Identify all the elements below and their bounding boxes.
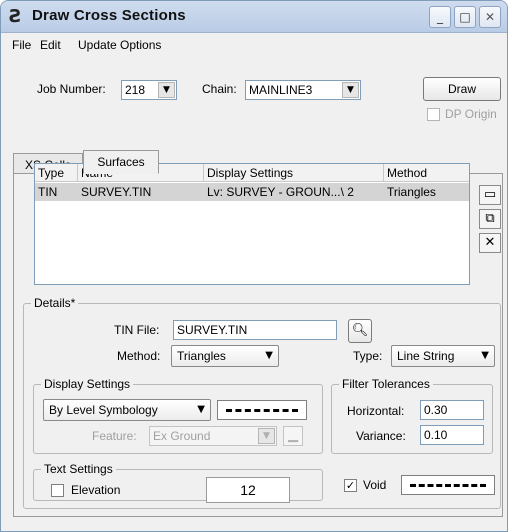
void-line-style-preview[interactable]	[401, 475, 495, 495]
method-label: Method:	[117, 349, 161, 363]
add-icon: ▭	[483, 187, 497, 202]
delete-button[interactable]: ✕	[479, 233, 501, 253]
cell-method: Triangles	[387, 185, 436, 199]
browse-tin-button[interactable]: 🔍︎	[348, 319, 372, 343]
line-style-preview[interactable]	[217, 400, 307, 420]
cell-type: TIN	[38, 185, 58, 199]
type-dropdown[interactable]: Line String ▼	[391, 345, 495, 367]
dp-origin-label: DP Origin	[445, 107, 497, 121]
type-value: Line String	[397, 349, 455, 363]
elevation-checkbox[interactable]	[51, 484, 64, 497]
menu-update-options[interactable]: Update Options	[78, 38, 161, 52]
feature-select[interactable]: Ex Ground ▼	[149, 426, 277, 446]
surfaces-list[interactable]: Type Name Display Settings Method TIN SU…	[34, 163, 470, 285]
copy-icon: ⧉	[485, 211, 495, 226]
column-header-type[interactable]: Type	[35, 164, 78, 182]
dp-origin-checkbox[interactable]	[427, 108, 440, 121]
variance-input[interactable]: 0.10	[420, 425, 484, 445]
chevron-down-icon: ▼	[197, 404, 205, 415]
tin-file-label: TIN File:	[114, 323, 160, 337]
table-row[interactable]: TIN SURVEY.TIN Lv: SURVEY - GROUN...\ 2 …	[35, 183, 469, 201]
symbology-dropdown[interactable]: By Level Symbology ▼	[43, 399, 211, 421]
chevron-down-icon: ▼	[158, 82, 175, 98]
close-button[interactable]: ✕	[479, 6, 501, 28]
job-number-select[interactable]: 218 ▼	[121, 80, 177, 100]
text-style-preview[interactable]: 12	[206, 477, 290, 503]
feature-label: Feature:	[92, 429, 137, 443]
text-settings-legend: Text Settings	[41, 462, 116, 476]
void-label: Void	[363, 478, 387, 492]
column-header-method[interactable]: Method	[384, 164, 469, 182]
symbology-value: By Level Symbology	[49, 403, 158, 417]
tin-file-input[interactable]: SURVEY.TIN	[173, 320, 337, 340]
draw-cross-sections-window: Ƨ Draw Cross Sections _ □ ✕ File Edit Up…	[0, 0, 508, 532]
delete-icon: ✕	[484, 235, 496, 250]
chevron-down-icon: ▼	[258, 428, 275, 444]
column-header-display-settings[interactable]: Display Settings	[204, 164, 384, 182]
add-button[interactable]: ▭	[479, 185, 501, 205]
chain-label: Chain:	[202, 82, 237, 96]
elevation-label: Elevation	[71, 483, 121, 497]
chevron-down-icon: ▼	[481, 350, 489, 361]
menu-edit[interactable]: Edit	[40, 38, 61, 52]
draw-button[interactable]: Draw	[423, 77, 501, 101]
method-value: Triangles	[177, 349, 226, 363]
title-bar[interactable]: Ƨ Draw Cross Sections _ □ ✕	[1, 1, 507, 33]
display-settings-legend: Display Settings	[41, 377, 134, 391]
tab-surfaces[interactable]: Surfaces	[83, 150, 159, 174]
cell-name: SURVEY.TIN	[81, 185, 152, 199]
job-number-value: 218	[125, 83, 146, 97]
app-logo-icon: Ƨ	[9, 6, 22, 27]
cell-display-settings: Lv: SURVEY - GROUN...\ 2	[207, 185, 354, 199]
horizontal-input[interactable]: 0.30	[420, 400, 484, 420]
chevron-down-icon: ▼	[265, 350, 273, 361]
search-icon: 🔍︎	[351, 323, 369, 338]
filter-tolerances-legend: Filter Tolerances	[339, 377, 433, 391]
feature-edit-icon: ▁	[288, 428, 298, 443]
minimize-button[interactable]: _	[429, 6, 451, 28]
details-legend: Details*	[31, 296, 79, 310]
maximize-button[interactable]: □	[454, 6, 476, 28]
horizontal-label: Horizontal:	[347, 404, 405, 418]
variance-label: Variance:	[356, 429, 406, 443]
chevron-down-icon: ▼	[342, 82, 359, 98]
feature-edit-button[interactable]: ▁	[283, 426, 303, 446]
method-dropdown[interactable]: Triangles ▼	[171, 345, 279, 367]
feature-value: Ex Ground	[153, 429, 211, 443]
menu-bar: File Edit Update Options	[1, 34, 507, 56]
chain-value: MAINLINE3	[249, 83, 313, 97]
chain-select[interactable]: MAINLINE3 ▼	[245, 80, 361, 100]
window-title: Draw Cross Sections	[32, 7, 186, 24]
copy-button[interactable]: ⧉	[479, 209, 501, 229]
menu-file[interactable]: File	[12, 38, 31, 52]
void-checkbox[interactable]: ✓	[344, 479, 357, 492]
job-number-label: Job Number:	[37, 82, 106, 96]
type-label: Type:	[353, 349, 383, 363]
